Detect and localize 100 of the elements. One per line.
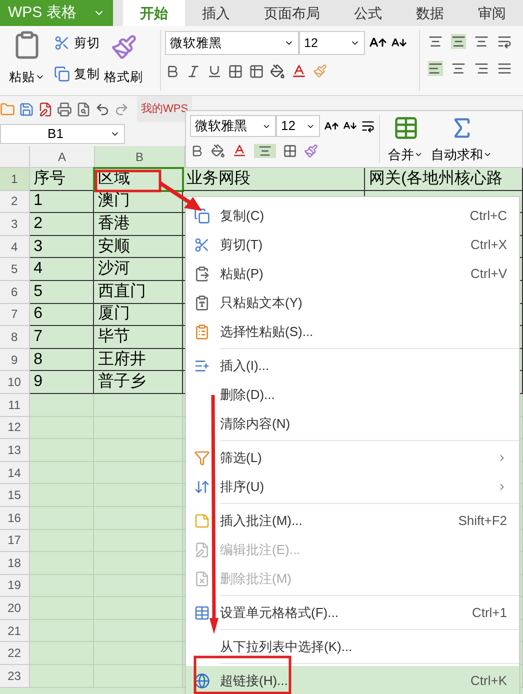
merge-button[interactable]: 合并 <box>388 145 423 164</box>
row-header[interactable]: 6 <box>0 280 30 304</box>
menu-item[interactable]: 删除(D)... <box>186 380 519 409</box>
menu-item[interactable]: 复制(C) Ctrl+C <box>186 201 519 230</box>
row-header[interactable]: 7 <box>0 304 30 326</box>
cut-button[interactable]: 剪切 <box>54 34 100 53</box>
ribbon-tab[interactable]: 公式 <box>337 0 399 26</box>
font-size-dropdown[interactable]: 12 <box>299 31 365 55</box>
export-icon[interactable] <box>38 102 53 116</box>
row-header[interactable]: 16 <box>0 506 30 530</box>
row-header[interactable]: 21 <box>0 620 30 642</box>
menu-item[interactable]: 排序(U) <box>186 472 519 501</box>
menu-item[interactable]: 粘贴(P) Ctrl+V <box>186 259 519 288</box>
menu-item[interactable]: 设置单元格格式(F)... Ctrl+1 <box>186 598 519 627</box>
row-header[interactable]: 20 <box>0 597 30 620</box>
scissors-icon <box>194 236 210 252</box>
note-delete-icon <box>194 570 210 586</box>
row-header[interactable]: 13 <box>0 439 30 462</box>
menu-item[interactable]: 选择性粘贴(S)... <box>186 317 519 346</box>
bold-icon[interactable] <box>190 144 204 158</box>
scissors-icon <box>54 35 70 52</box>
italic-icon[interactable] <box>186 64 201 78</box>
font-color-icon[interactable] <box>291 63 307 79</box>
funnel-icon <box>194 450 210 466</box>
menu-item[interactable]: 只粘贴文本(Y) <box>186 288 519 317</box>
column-header[interactable]: B <box>95 146 185 167</box>
ribbon-tab[interactable]: 开始 <box>123 0 185 26</box>
menu-item[interactable]: 清除内容(N) <box>186 409 519 438</box>
print-icon[interactable] <box>57 102 72 116</box>
border-icon[interactable] <box>228 64 243 78</box>
row-header[interactable]: 11 <box>0 394 30 417</box>
row-header[interactable]: 15 <box>0 484 30 507</box>
ribbon-tab[interactable]: 页面布局 <box>247 0 337 26</box>
align-center-icon[interactable] <box>451 61 466 76</box>
fill-color-icon[interactable] <box>270 64 285 78</box>
row-header[interactable]: 2 <box>0 190 30 214</box>
font-dropdown[interactable]: 微软雅黑 <box>190 115 276 137</box>
menu-item[interactable]: 从下拉列表中选择(K)... <box>186 632 519 661</box>
paste-button[interactable]: 粘贴 <box>9 68 45 87</box>
row-header[interactable]: 22 <box>0 642 30 666</box>
row-header[interactable]: 23 <box>0 665 30 688</box>
note-icon <box>194 512 210 528</box>
row-header[interactable]: 1 <box>0 168 30 191</box>
fill-color-icon[interactable] <box>211 144 225 158</box>
table-cell: 9 <box>30 371 94 394</box>
wrap-text-icon[interactable] <box>361 119 375 133</box>
row-header[interactable]: 12 <box>0 416 30 440</box>
table-icon <box>194 604 210 620</box>
align-left-icon[interactable] <box>428 61 443 76</box>
row-header[interactable]: 10 <box>0 371 30 394</box>
clipboard-list-icon <box>194 324 210 340</box>
menu-item[interactable]: 超链接(H)... Ctrl+K <box>186 666 519 694</box>
row-header[interactable]: 5 <box>0 258 30 281</box>
menu-item[interactable]: 插入(I)... <box>186 351 519 380</box>
format-painter-button[interactable]: 格式刷 <box>104 68 143 87</box>
save-icon[interactable] <box>19 102 34 116</box>
row-header[interactable]: 17 <box>0 530 30 552</box>
row-header[interactable]: 14 <box>0 462 30 484</box>
align-right-icon[interactable] <box>474 61 489 76</box>
align-middle-icon[interactable] <box>451 34 466 49</box>
annotation-box <box>94 170 162 192</box>
table-cell: 普子乡 <box>94 371 183 394</box>
bold-icon[interactable] <box>165 64 180 78</box>
undo-icon[interactable] <box>95 102 110 116</box>
autosum-button[interactable]: 自动求和 <box>431 145 492 164</box>
font-dropdown[interactable]: 微软雅黑 <box>165 31 299 55</box>
row-header[interactable]: 3 <box>0 213 30 236</box>
my-wps-tab[interactable]: 我的WPS <box>137 96 192 122</box>
insert-rows-icon <box>194 358 210 374</box>
ribbon-tab[interactable]: 插入 <box>185 0 247 26</box>
preview-icon[interactable] <box>76 102 91 116</box>
underline-icon[interactable] <box>207 64 222 78</box>
menu-item[interactable]: 筛选(L) <box>186 443 519 472</box>
row-header[interactable]: 18 <box>0 552 30 575</box>
ribbon-tab[interactable]: 审阅 <box>461 0 523 26</box>
table-cell: 沙河 <box>94 258 183 281</box>
row-header[interactable]: 9 <box>0 348 30 372</box>
paintbrush-icon[interactable] <box>304 144 318 158</box>
table-cell: 3 <box>30 236 94 258</box>
cell-style-icon[interactable] <box>249 64 264 78</box>
globe-icon <box>194 672 210 688</box>
copy-icon <box>194 208 210 224</box>
border-icon[interactable] <box>283 144 297 158</box>
sort-icon <box>194 478 210 494</box>
row-header[interactable]: 4 <box>0 236 30 258</box>
row-header[interactable]: 19 <box>0 574 30 598</box>
table-cell: 2 <box>30 213 94 236</box>
copy-button[interactable]: 复制 <box>54 64 100 84</box>
clipboard-icon <box>194 266 210 282</box>
menu-item[interactable]: 剪切(T) Ctrl+X <box>186 230 519 259</box>
font-size-dropdown[interactable]: 12 <box>276 115 320 137</box>
justify-icon[interactable] <box>497 61 512 76</box>
menu-item[interactable]: 插入批注(M)... Shift+F2 <box>186 506 519 535</box>
note-edit-icon <box>194 542 210 558</box>
name-box[interactable]: B1 <box>0 124 125 144</box>
row-header[interactable]: 8 <box>0 326 30 349</box>
ribbon-tab[interactable]: 数据 <box>399 0 461 26</box>
clipboard-text-icon <box>194 294 210 310</box>
align-center-icon[interactable] <box>254 144 276 158</box>
font-color-icon[interactable] <box>232 143 247 158</box>
